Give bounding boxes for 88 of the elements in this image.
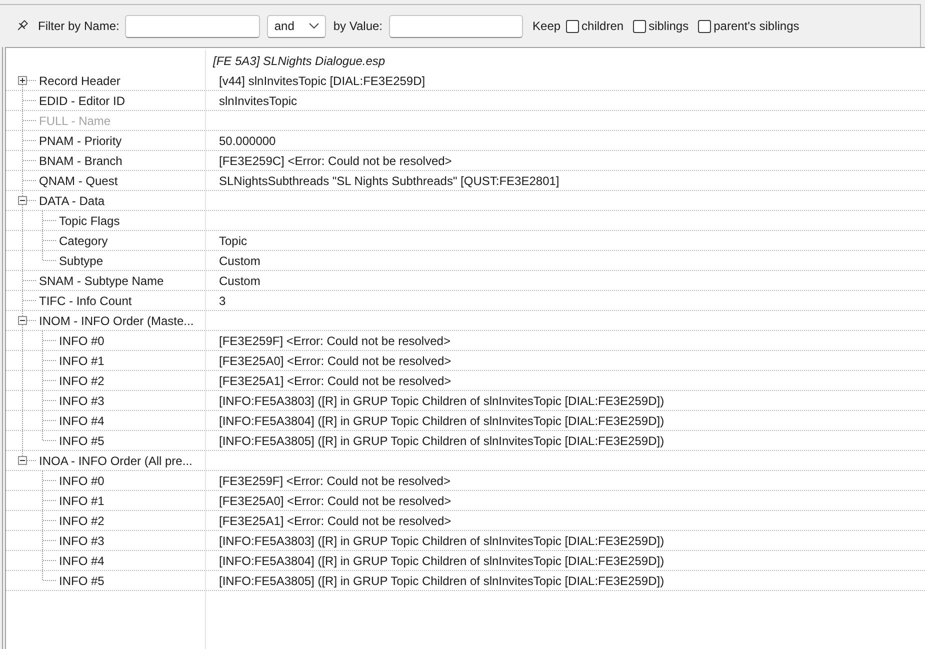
- tree-connector-icon: [22, 91, 36, 110]
- tree-connector-icon: [22, 271, 36, 290]
- tree-item[interactable]: INFO #2: [59, 511, 104, 530]
- tree-item[interactable]: DATA - Data: [39, 191, 105, 210]
- field-value: slnInvitesTopic: [219, 94, 298, 108]
- field-value: SLNightsSubthreads "SL Nights Subthreads" [QUST:FE3E2801]: [219, 174, 560, 188]
- caret-icon: [309, 23, 320, 29]
- tree-connector-icon: [22, 111, 36, 130]
- field-value: [INFO:FE5A3805] ([R] in GRUP Topic Children of slnInvitesTopic [DIAL:FE3E259D]): [219, 434, 664, 448]
- field-value: [FE3E25A1] <Error: Could not be resolved>: [219, 514, 452, 528]
- field-value: [FE3E259C] <Error: Could not be resolved>: [219, 154, 452, 168]
- pin-icon[interactable]: [16, 20, 28, 32]
- field-value: Custom: [219, 274, 260, 288]
- tree-item[interactable]: INFO #0: [59, 471, 104, 490]
- operator-dropdown[interactable]: and: [267, 14, 326, 38]
- tree-item[interactable]: TIFC - Info Count: [39, 291, 132, 310]
- field-value: [INFO:FE5A3803] ([R] in GRUP Topic Children of slnInvitesTopic [DIAL:FE3E259D]): [219, 394, 664, 408]
- field-value: Custom: [219, 254, 260, 268]
- field-value: [INFO:FE5A3804] ([R] in GRUP Topic Children of slnInvitesTopic [DIAL:FE3E259D]): [219, 414, 664, 428]
- tree-item[interactable]: INOM - INFO Order (Maste...: [39, 311, 194, 330]
- minus-box-icon[interactable]: [18, 316, 27, 325]
- tree-line-icon: [22, 311, 23, 316]
- field-value: 3: [219, 294, 226, 308]
- tree-connector-icon: [42, 371, 56, 390]
- tree-item[interactable]: INFO #0: [59, 331, 104, 350]
- field-value: [INFO:FE5A3805] ([R] in GRUP Topic Children of slnInvitesTopic [DIAL:FE3E259D]): [219, 574, 664, 588]
- tree-connector-icon: [27, 200, 36, 201]
- checkbox[interactable]: [698, 20, 711, 32]
- name-filter-field[interactable]: [125, 14, 260, 38]
- tree-connector-icon: [27, 460, 36, 461]
- tree-connector-icon: [42, 211, 56, 230]
- tree-item[interactable]: INFO #2: [59, 371, 104, 390]
- file-name-label: [FE 5A3] SLNights Dialogue.esp: [213, 54, 386, 68]
- field-value: [FE3E25A0] <Error: Could not be resolved>: [219, 354, 452, 368]
- field-value: [INFO:FE5A3803] ([R] in GRUP Topic Children of slnInvitesTopic [DIAL:FE3E259D]): [219, 534, 664, 548]
- keep-label: Keep: [532, 19, 561, 33]
- field-value: [INFO:FE5A3804] ([R] in GRUP Topic Children of slnInvitesTopic [DIAL:FE3E259D]): [219, 554, 664, 568]
- tree-item[interactable]: INFO #5: [59, 571, 104, 590]
- tree-item[interactable]: INFO #3: [59, 391, 104, 410]
- checkbox[interactable]: [632, 20, 646, 32]
- checkbox-label[interactable]: siblings: [648, 19, 689, 33]
- tree-item[interactable]: INOA - INFO Order (All pre...: [39, 451, 192, 470]
- field-value: Topic: [219, 234, 248, 248]
- tree-connector-icon: [42, 531, 56, 550]
- tree-connector-icon: [22, 291, 36, 310]
- field-value: [v44] slnInvitesTopic [DIAL:FE3E259D]: [219, 74, 426, 88]
- tree-item[interactable]: Category: [59, 231, 108, 250]
- tree-connector-icon: [42, 471, 56, 490]
- tree-line-icon: [22, 85, 23, 90]
- tree-item[interactable]: INFO #3: [59, 531, 104, 550]
- tree-item[interactable]: Subtype: [59, 251, 104, 270]
- minus-box-icon[interactable]: [18, 196, 27, 205]
- tree-connector-icon: [27, 80, 36, 81]
- tree-connector-icon: [22, 151, 36, 170]
- tree-connector-icon: [42, 391, 56, 410]
- tree-item[interactable]: SNAM - Subtype Name: [39, 271, 164, 290]
- tree-item[interactable]: INFO #4: [59, 411, 104, 430]
- plus-box-icon[interactable]: [18, 76, 27, 85]
- tree-item[interactable]: Topic Flags: [59, 211, 120, 230]
- tree-connector-icon: [42, 511, 56, 530]
- tree-connector-icon: [42, 351, 56, 370]
- tree-line-icon: [22, 191, 23, 196]
- tree-item[interactable]: INFO #5: [59, 431, 104, 450]
- field-value: [FE3E259F] <Error: Could not be resolved>: [219, 474, 450, 488]
- value-filter-field[interactable]: [388, 14, 523, 38]
- field-value: 50.000000: [219, 134, 276, 148]
- tree-item[interactable]: QNAM - Quest: [39, 171, 118, 190]
- minus-box-icon[interactable]: [18, 456, 27, 465]
- tree-item[interactable]: Record Header: [39, 71, 120, 90]
- field-value: [FE3E25A1] <Error: Could not be resolved>: [219, 374, 452, 388]
- tree-item[interactable]: INFO #1: [59, 491, 104, 510]
- checkbox-label[interactable]: children: [582, 19, 624, 33]
- tree-item[interactable]: EDID - Editor ID: [39, 91, 126, 110]
- name-filter-label: Filter by Name:: [38, 19, 120, 33]
- tree-connector-icon: [42, 331, 56, 350]
- tree-connector-icon: [22, 171, 36, 190]
- tree-item[interactable]: PNAM - Priority: [39, 131, 122, 150]
- tree-item[interactable]: INFO #1: [59, 351, 104, 370]
- tree-item[interactable]: BNAM - Branch: [39, 151, 122, 170]
- field-value: [FE3E25A0] <Error: Could not be resolved>: [219, 494, 452, 508]
- tree-connector-icon: [22, 131, 36, 150]
- tree-connector-icon: [42, 491, 56, 510]
- tree-item[interactable]: INFO #4: [59, 551, 104, 570]
- tree-connector-icon: [27, 320, 36, 321]
- value-filter-label: by Value:: [333, 19, 383, 33]
- checkbox-label[interactable]: parent's siblings: [714, 19, 800, 33]
- checkbox[interactable]: [566, 20, 579, 32]
- field-value: [FE3E259F] <Error: Could not be resolved>: [219, 334, 450, 348]
